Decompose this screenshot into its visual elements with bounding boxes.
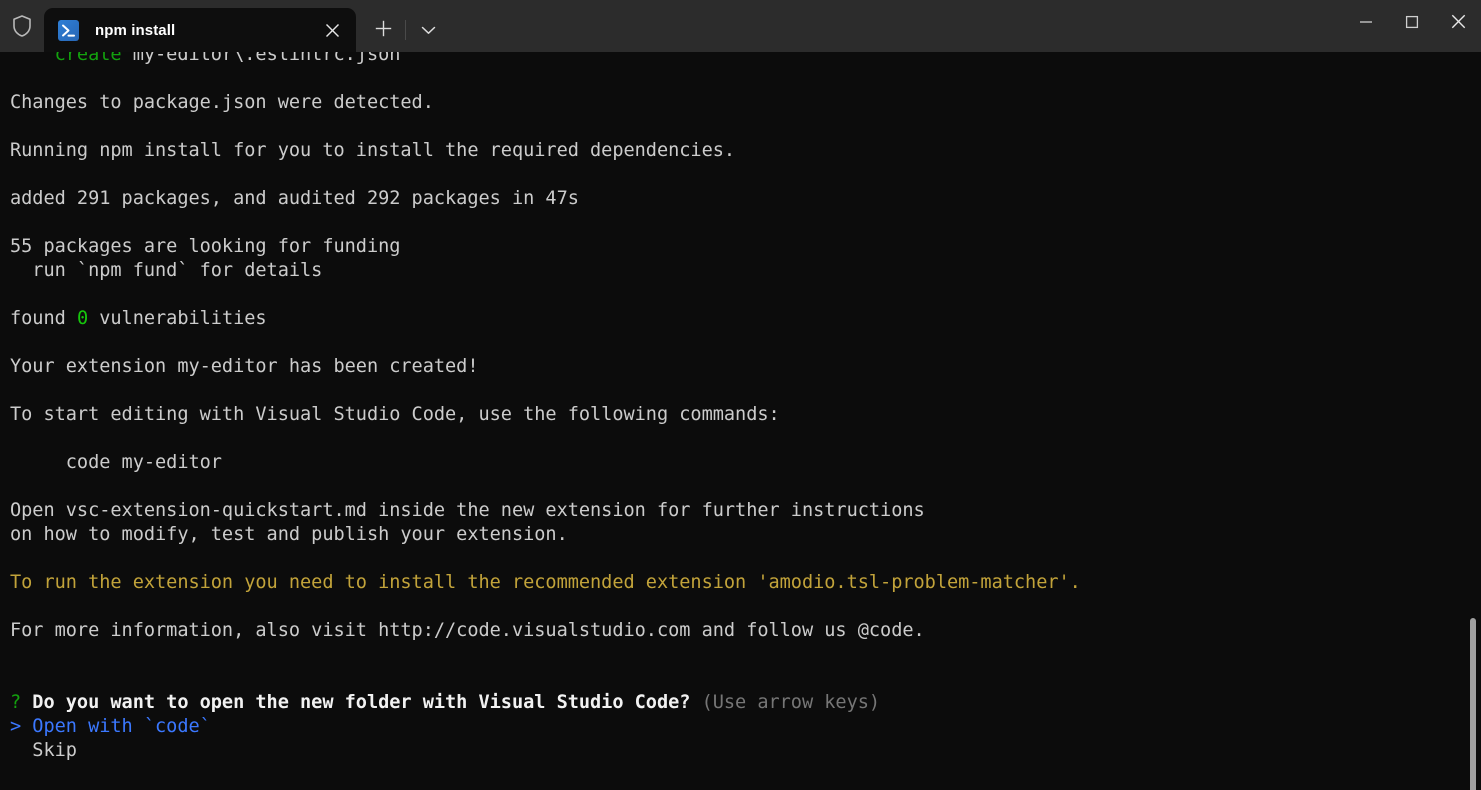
terminal-scrollbar-thumb[interactable] bbox=[1470, 618, 1476, 790]
terminal-text: Your extension my-editor has been create… bbox=[10, 356, 479, 377]
terminal-text: 55 packages are looking for funding bbox=[10, 236, 401, 257]
terminal-text: run `npm fund` for details bbox=[10, 260, 323, 281]
terminal-output: create my-editor\.eslintrc.json Changes t… bbox=[10, 52, 1081, 763]
terminal-text: 0 bbox=[76, 308, 89, 329]
terminal-text: on how to modify, test and publish your … bbox=[10, 524, 568, 545]
tab-close-button[interactable] bbox=[314, 12, 350, 48]
terminal-text: > Open with `code` bbox=[10, 716, 211, 737]
terminal-line: Skip bbox=[10, 739, 1081, 763]
terminal-text: ? bbox=[10, 692, 22, 713]
tabstrip-divider bbox=[405, 20, 406, 40]
terminal-line: added 291 packages, and audited 292 pack… bbox=[10, 187, 1081, 211]
terminal-scrollbar-track[interactable] bbox=[1465, 104, 1481, 790]
terminal-text: Running npm install for you to install t… bbox=[10, 140, 736, 161]
minimize-button[interactable] bbox=[1343, 0, 1389, 46]
tab-title: npm install bbox=[95, 21, 176, 39]
terminal-text: vulnerabilities bbox=[88, 308, 267, 329]
terminal-text: my-editor\.eslintrc.json bbox=[121, 52, 401, 65]
shield-icon bbox=[11, 14, 33, 38]
tab-strip: npm install bbox=[44, 0, 1343, 52]
window-controls bbox=[1343, 0, 1481, 52]
terminal-text: Do you want to open the new folder with … bbox=[21, 692, 691, 713]
terminal-line: Changes to package.json were detected. bbox=[10, 91, 1081, 115]
terminal-text: found bbox=[10, 308, 77, 329]
terminal-line: Open vsc-extension-quickstart.md inside … bbox=[10, 499, 1081, 523]
terminal-line: To run the extension you need to install… bbox=[10, 571, 1081, 595]
terminal-text: Open vsc-extension-quickstart.md inside … bbox=[10, 500, 925, 521]
terminal-text: To start editing with Visual Studio Code… bbox=[10, 404, 780, 425]
terminal-line: For more information, also visit http://… bbox=[10, 619, 1081, 643]
terminal-line: code my-editor bbox=[10, 451, 1081, 475]
terminal-text: (Use arrow keys) bbox=[690, 692, 881, 713]
terminal-line: > Open with `code` bbox=[10, 715, 1081, 739]
terminal-line: run `npm fund` for details bbox=[10, 259, 1081, 283]
powershell-icon bbox=[58, 19, 79, 41]
maximize-button[interactable] bbox=[1389, 0, 1435, 46]
terminal-surface[interactable]: create my-editor\.eslintrc.json Changes t… bbox=[0, 52, 1481, 790]
terminal-line: Running npm install for you to install t… bbox=[10, 139, 1081, 163]
terminal-line: ? Do you want to open the new folder wit… bbox=[10, 691, 1081, 715]
minimize-icon bbox=[1359, 14, 1373, 33]
new-tab-button[interactable] bbox=[364, 8, 402, 52]
terminal-line: 55 packages are looking for funding bbox=[10, 235, 1081, 259]
window-title-bar: npm install bbox=[0, 0, 1481, 52]
terminal-text: Changes to package.json were detected. bbox=[10, 92, 434, 113]
tab-dropdown-button[interactable] bbox=[409, 8, 447, 52]
chevron-down-icon bbox=[421, 21, 436, 40]
terminal-text: create bbox=[54, 52, 122, 65]
terminal-line: found 0 vulnerabilities bbox=[10, 307, 1081, 331]
terminal-line: Your extension my-editor has been create… bbox=[10, 355, 1081, 379]
close-button[interactable] bbox=[1435, 0, 1481, 46]
terminal-line: To start editing with Visual Studio Code… bbox=[10, 403, 1081, 427]
terminal-text: added 291 packages, and audited 292 pack… bbox=[10, 188, 579, 209]
plus-icon bbox=[375, 20, 392, 41]
terminal-text: code my-editor bbox=[10, 452, 222, 473]
terminal-line: create my-editor\.eslintrc.json bbox=[10, 52, 1081, 67]
maximize-icon bbox=[1405, 14, 1419, 33]
shield-icon-button[interactable] bbox=[0, 0, 44, 52]
terminal-line: on how to modify, test and publish your … bbox=[10, 523, 1081, 547]
close-icon bbox=[1451, 14, 1466, 33]
terminal-text: To run the extension you need to install… bbox=[10, 572, 1081, 593]
terminal-text: Skip bbox=[10, 740, 77, 761]
tab-npm-install[interactable]: npm install bbox=[44, 8, 356, 52]
terminal-text: For more information, also visit http://… bbox=[10, 620, 925, 641]
